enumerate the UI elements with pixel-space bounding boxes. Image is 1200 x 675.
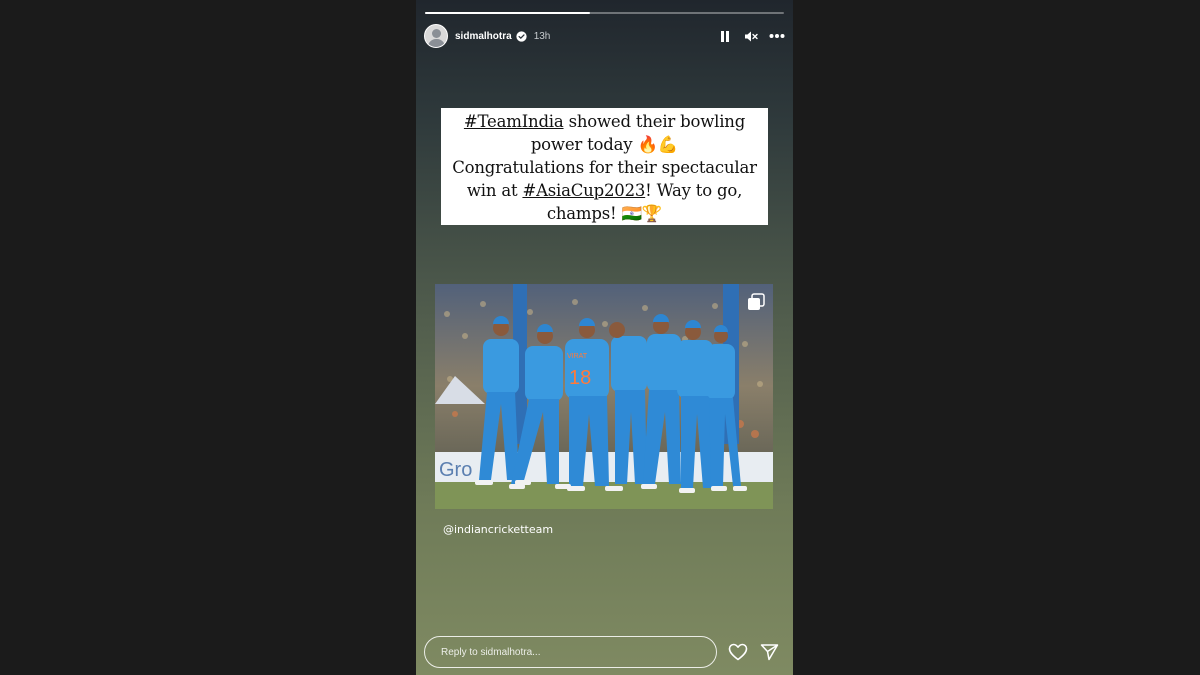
caption-line-1: #TeamIndia showed their bowling <box>445 110 764 133</box>
story-viewer: sidmalhotra 13h #TeamIndia showed their … <box>416 0 793 675</box>
heart-icon[interactable] <box>727 641 749 663</box>
story-progress-fill <box>425 12 591 14</box>
pause-icon[interactable] <box>717 28 733 44</box>
flag-trophy-emoji: 🇮🇳🏆 <box>621 204 663 223</box>
send-icon[interactable] <box>758 641 780 663</box>
caption-text: power today <box>530 135 638 154</box>
more-horizontal-icon[interactable] <box>769 28 785 44</box>
story-timestamp: 13h <box>533 30 551 42</box>
team-celebration-image: Gro VIRAT 18 <box>435 284 773 509</box>
hashtag-asiacup2023[interactable]: #AsiaCup2023 <box>522 181 645 200</box>
reply-input[interactable] <box>424 636 717 668</box>
ad-board-text: Gro <box>439 459 472 481</box>
caption-line-2: power today 🔥💪 <box>445 133 764 156</box>
avatar[interactable] <box>424 24 448 48</box>
caption-line-4: win at #AsiaCup2023! Way to go, <box>445 179 764 202</box>
username[interactable]: sidmalhotra <box>455 31 512 42</box>
mention-link[interactable]: @indiancricketteam <box>443 523 553 536</box>
jersey-name: VIRAT <box>567 353 588 360</box>
shared-post-photo[interactable]: Gro VIRAT 18 <box>435 284 773 509</box>
verified-badge-icon <box>516 30 527 42</box>
caption-line-5: champs! 🇮🇳🏆 <box>445 202 764 225</box>
reply-bar <box>424 635 785 669</box>
caption-text: ! Way to go, <box>645 181 743 200</box>
story-progress-bar <box>425 12 784 14</box>
story-header: sidmalhotra 13h <box>424 24 785 48</box>
fire-muscle-emoji: 🔥💪 <box>637 135 679 154</box>
speaker-muted-icon[interactable] <box>743 28 759 44</box>
caption-text: champs! <box>546 204 622 223</box>
story-text-card: #TeamIndia showed their bowling power to… <box>441 108 768 225</box>
caption-text: win at <box>466 181 523 200</box>
hashtag-teamindia[interactable]: #TeamIndia <box>464 112 564 131</box>
multiple-photos-icon <box>748 293 765 310</box>
jersey-number: 18 <box>569 367 591 389</box>
caption-text: showed their bowling <box>563 112 746 131</box>
caption-line-3: Congratulations for their spectacular <box>452 158 757 177</box>
